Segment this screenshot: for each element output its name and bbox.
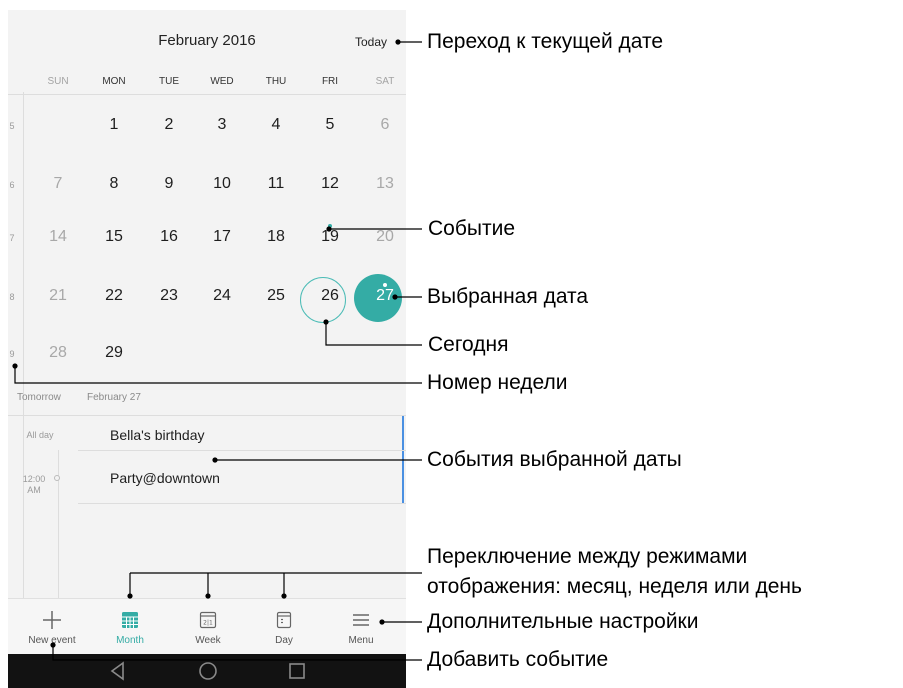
day-cell[interactable]: 28 — [36, 344, 80, 362]
menu-button[interactable]: Menu — [326, 599, 396, 655]
day-cell-selected[interactable]: 27 — [363, 287, 406, 305]
weekday-label: MON — [102, 76, 126, 87]
weekday-label: WED — [210, 76, 234, 87]
day-cell[interactable]: 18 — [254, 228, 298, 246]
day-cell[interactable]: 25 — [254, 287, 298, 305]
nav-label-week: Week — [195, 635, 221, 646]
day-cell[interactable]: 19 — [308, 228, 352, 246]
weekday-header-row: SUN MON TUE WED THU FRI SAT — [8, 76, 406, 96]
day-cell[interactable]: 1 — [92, 116, 136, 134]
day-cell[interactable]: 2 — [147, 116, 191, 134]
week-number: 5 — [9, 121, 15, 131]
week-row: 5123456 — [8, 116, 406, 173]
day-cell[interactable]: 4 — [254, 116, 298, 134]
day-cell[interactable]: 15 — [92, 228, 136, 246]
event-color-bar — [402, 451, 404, 503]
day-cell-today[interactable]: 26 — [308, 287, 352, 305]
nav-label-month: Month — [116, 635, 144, 646]
month-view-tab[interactable]: Month — [95, 599, 165, 655]
day-cell[interactable]: 11 — [254, 175, 298, 193]
events-header-divider — [8, 415, 406, 416]
annotation-event: Событие — [428, 217, 515, 240]
day-cell[interactable]: 23 — [147, 287, 191, 305]
time-marker-icon — [54, 475, 60, 481]
calendar-app-screen: February 2016 Today SUN MON TUE WED THU FRI SA… — [8, 10, 406, 688]
day-cell[interactable]: 5 — [308, 116, 352, 134]
day-cell[interactable]: 29 — [92, 344, 136, 362]
event-indicator-dot — [328, 224, 332, 228]
day-cell[interactable]: 24 — [200, 287, 244, 305]
week-view-tab[interactable]: 2|1 Week — [173, 599, 243, 655]
day-cell[interactable]: 8 — [92, 175, 136, 193]
event-divider — [78, 503, 406, 504]
back-icon[interactable] — [106, 659, 130, 683]
time-axis-line — [58, 450, 59, 610]
day-cell[interactable]: 13 — [363, 175, 406, 193]
day-cell[interactable]: 3 — [200, 116, 244, 134]
event-time-midnight: 12:00 AM — [22, 474, 46, 495]
day-view-tab[interactable]: Day — [249, 599, 319, 655]
day-cell[interactable]: 10 — [200, 175, 244, 193]
annotation-current-day: Сегодня — [428, 333, 509, 356]
nav-label-day: Day — [275, 635, 293, 646]
today-button[interactable]: Today — [355, 35, 387, 49]
nav-label-menu: Menu — [348, 635, 374, 646]
month-title: February 2016 — [158, 32, 256, 49]
annotation-selected-date: Выбранная дата — [427, 285, 589, 308]
week-calendar-icon: 2|1 — [199, 611, 217, 629]
day-calendar-icon — [276, 611, 292, 629]
events-header: Tomorrow February 27 — [8, 383, 406, 417]
weekday-label: THU — [265, 76, 287, 87]
events-header-date: February 27 — [87, 392, 141, 403]
weekday-label: FRI — [321, 76, 339, 87]
annotation-view-switch-line1: Переключение между режимами — [427, 545, 748, 568]
nav-label-new-event: New event — [28, 635, 76, 646]
annotation-view-switch-line2: отображения: месяц, неделя или день — [427, 575, 802, 598]
event-time-allday: All day — [26, 430, 54, 440]
week-number: 6 — [9, 180, 15, 190]
week-row: 8 21 22 23 24 25 26 27 — [8, 283, 406, 344]
annotation-more-settings: Дополнительные настройки — [427, 610, 699, 633]
home-icon[interactable] — [196, 659, 220, 683]
recents-icon[interactable] — [285, 659, 309, 683]
svg-text:2|1: 2|1 — [203, 620, 213, 627]
week-row: 6 7 8 9 10 11 12 13 — [8, 175, 406, 232]
day-cell[interactable]: 22 — [92, 287, 136, 305]
day-cell[interactable]: 17 — [200, 228, 244, 246]
weekday-label: SAT — [375, 76, 395, 87]
weekday-label: TUE — [159, 76, 179, 87]
day-cell[interactable]: 20 — [363, 228, 406, 246]
day-cell[interactable]: 16 — [147, 228, 191, 246]
event-title-party[interactable]: Party@downtown — [110, 470, 220, 486]
weekday-label: SUN — [47, 76, 69, 87]
event-divider — [78, 450, 406, 451]
day-cell[interactable]: 9 — [147, 175, 191, 193]
event-color-bar — [402, 416, 404, 450]
system-navigation-bar — [8, 654, 406, 688]
menu-icon — [353, 614, 369, 626]
day-cell[interactable]: 12 — [308, 175, 352, 193]
day-cell[interactable]: 21 — [36, 287, 80, 305]
day-cell[interactable]: 14 — [36, 228, 80, 246]
event-indicator-dot — [383, 283, 387, 287]
annotation-today: Переход к текущей дате — [427, 30, 664, 53]
plus-icon — [43, 611, 61, 629]
week-number: 8 — [9, 292, 15, 302]
day-cell[interactable]: 6 — [363, 116, 406, 134]
day-cell[interactable]: 7 — [36, 175, 80, 193]
week-row: 7 14 15 16 17 18 19 20 — [8, 224, 406, 285]
annotation-week-number: Номер недели — [427, 371, 568, 394]
weekday-divider — [8, 94, 406, 95]
event-title-birthday[interactable]: Bella's birthday — [110, 427, 205, 443]
annotation-day-events: События выбранной даты — [427, 448, 682, 471]
week-number: 7 — [9, 233, 15, 243]
month-grid-icon — [122, 612, 138, 628]
bottom-navigation: New event Month 2|1 Week Day Menu — [8, 598, 406, 654]
annotation-add-event: Добавить событие — [427, 648, 609, 671]
new-event-button[interactable]: New event — [17, 599, 87, 655]
events-header-label: Tomorrow — [17, 392, 61, 403]
week-number: 9 — [9, 349, 15, 359]
